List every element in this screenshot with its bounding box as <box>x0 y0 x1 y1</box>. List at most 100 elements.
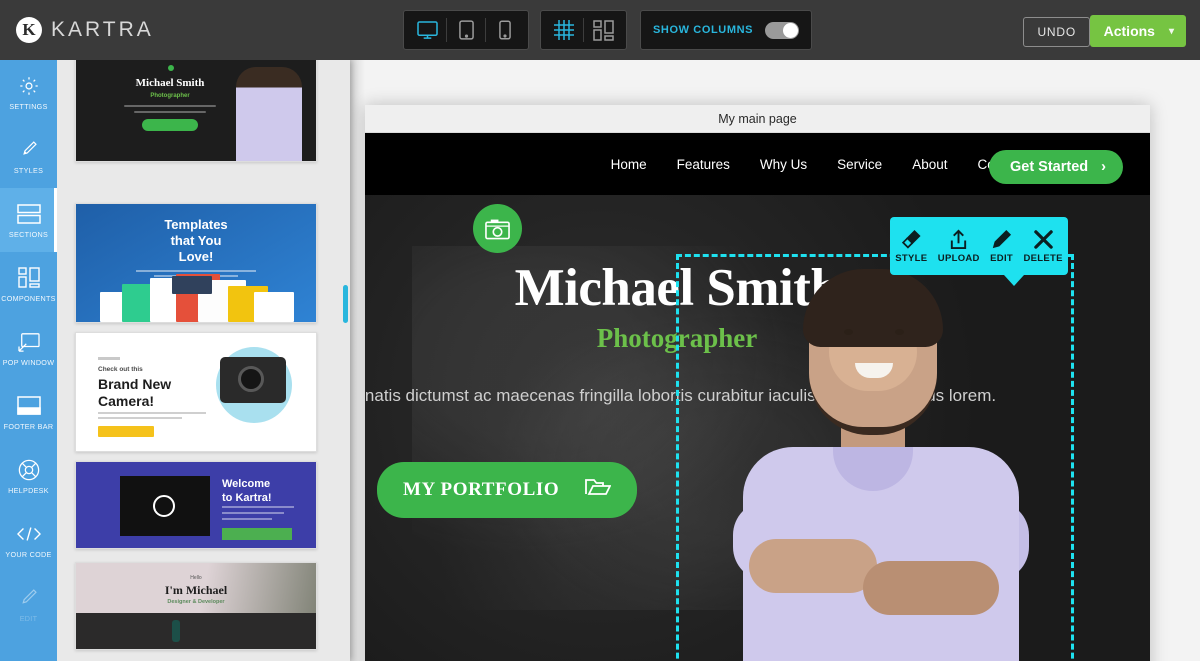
sidebar-item-label: FOOTER BAR <box>3 421 54 431</box>
sections-template-panel: Michael Smith Photographer Templates tha… <box>57 60 350 661</box>
get-started-button[interactable]: Get Started › <box>988 150 1123 184</box>
top-toolbar: K KARTRA SHOW COLUMNS UNDO Actions ▾ <box>0 0 1200 60</box>
upload-action-label: UPLOAD <box>937 252 980 264</box>
person-photo <box>236 67 302 161</box>
beach-illustration <box>76 613 316 649</box>
chevron-right-icon: › <box>1101 159 1106 175</box>
text-placeholder <box>98 417 182 419</box>
chevron-down-icon: ▾ <box>1168 25 1174 37</box>
template-card <box>172 276 212 294</box>
undo-button[interactable]: UNDO <box>1023 17 1090 47</box>
hero-section: Michael Smith Photographer a venenatis d… <box>365 195 1150 661</box>
arm-left <box>749 539 877 593</box>
get-started-label: Get Started <box>1009 159 1089 175</box>
my-portfolio-button[interactable]: MY PORTFOLIO <box>377 462 638 518</box>
sidebar-item-label: POP WINDOW <box>2 357 55 367</box>
element-action-toolbar: STYLE UPLOAD EDIT DELETE <box>890 217 1068 286</box>
my-portfolio-label: MY PORTFOLIO <box>403 479 560 500</box>
sections-icon <box>16 202 42 226</box>
template-eyebrow: Check out this <box>98 366 143 373</box>
template-thumbnail[interactable]: Templates that You Love! <box>75 203 317 323</box>
sidebar-item-components[interactable]: COMPONENTS <box>0 252 57 316</box>
sidebar-item-settings[interactable]: SETTINGS <box>0 60 57 124</box>
page-title: My main page <box>718 111 797 126</box>
components-icon <box>16 266 42 290</box>
template-subtitle: Designer & Developer <box>167 599 225 605</box>
page-title-bar: My main page <box>365 105 1150 133</box>
nav-link-about[interactable]: About <box>912 157 947 172</box>
sidebar-item-sections[interactable]: SECTIONS <box>0 188 57 252</box>
footerbar-icon <box>16 394 42 418</box>
template-title: Brand New Camera! <box>98 376 172 409</box>
text-placeholder <box>222 512 284 514</box>
sidebar-item-pop-window[interactable]: POP WINDOW <box>0 316 57 380</box>
eye-left <box>844 329 853 335</box>
eye-right <box>895 329 904 335</box>
text-placeholder <box>98 412 206 414</box>
template-cta <box>98 426 154 437</box>
text-placeholder <box>124 105 216 107</box>
actions-label: Actions <box>1103 23 1155 39</box>
sidebar-item-label: STYLES <box>13 165 44 175</box>
sidebar-item-label: HELPDESK <box>8 485 49 495</box>
nav-link-service[interactable]: Service <box>837 157 882 172</box>
text-placeholder <box>222 506 294 508</box>
template-title: Templates that You Love! <box>164 217 228 264</box>
canvas-left-shadow <box>350 60 365 661</box>
hair <box>803 269 943 347</box>
sidebar-item-label: COMPONENTS <box>1 293 56 303</box>
template-title: Welcome to Kartra! <box>222 478 272 504</box>
tablet-view-button[interactable] <box>447 11 485 49</box>
template-eyebrow: Hello <box>190 575 202 581</box>
editor-canvas: My main page Home Features Why Us Servic… <box>350 60 1200 661</box>
show-columns-toggle[interactable] <box>765 21 800 39</box>
template-thumbnail[interactable]: Michael Smith Photographer <box>75 60 317 162</box>
edit-action-button[interactable]: EDIT <box>990 229 1013 264</box>
left-sidebar: SETTINGS STYLES SECTIONS COMPONENTS POP … <box>0 60 57 661</box>
code-icon <box>16 522 42 546</box>
text-placeholder <box>136 270 256 272</box>
upload-action-button[interactable]: UPLOAD <box>938 229 980 264</box>
site-navbar: Home Features Why Us Service About Conta… <box>365 133 1150 195</box>
template-thumbnail[interactable]: Check out this Brand New Camera! <box>75 332 317 452</box>
panel-scrollbar[interactable] <box>343 285 348 323</box>
layout-view-group <box>540 10 627 50</box>
show-columns-group[interactable]: SHOW COLUMNS <box>640 10 813 50</box>
play-icon <box>153 495 175 517</box>
nav-link-home[interactable]: Home <box>611 157 647 172</box>
edit-action-label: EDIT <box>990 252 1014 264</box>
template-thumbnail[interactable]: Hello I'm Michael Designer & Developer <box>75 562 317 650</box>
sidebar-item-styles[interactable]: STYLES <box>0 124 57 188</box>
grid-view-button[interactable] <box>545 11 583 49</box>
folder-open-icon <box>585 477 612 503</box>
delete-action-button[interactable]: DELETE <box>1023 229 1062 264</box>
template-title: Michael Smith <box>135 77 205 89</box>
sidebar-item-helpdesk[interactable]: HELPDESK <box>0 444 57 508</box>
hero-person-photo[interactable] <box>713 269 1043 661</box>
mobile-view-button[interactable] <box>486 11 524 49</box>
kartra-mark-icon: K <box>16 17 42 43</box>
style-action-button[interactable]: STYLE <box>895 229 927 264</box>
sidebar-item-footer-bar[interactable]: FOOTER BAR <box>0 380 57 444</box>
desktop-view-button[interactable] <box>408 11 446 49</box>
popwindow-icon <box>16 330 42 354</box>
blocks-view-button[interactable] <box>584 11 622 49</box>
template-card <box>254 292 294 322</box>
text-placeholder <box>134 111 206 113</box>
arm-right <box>863 561 999 615</box>
show-columns-label: SHOW COLUMNS <box>653 24 754 36</box>
template-title: I'm Michael <box>164 583 228 597</box>
brush-icon <box>16 138 42 162</box>
template-thumbnail[interactable]: Welcome to Kartra! <box>75 461 317 549</box>
sidebar-item-label: SECTIONS <box>8 229 49 239</box>
nav-link-why-us[interactable]: Why Us <box>760 157 807 172</box>
device-view-group <box>403 10 529 50</box>
sidebar-item-label: YOUR CODE <box>5 549 52 559</box>
website-preview: Home Features Why Us Service About Conta… <box>365 133 1150 661</box>
text-placeholder <box>222 518 272 520</box>
sidebar-item-your-code[interactable]: YOUR CODE <box>0 508 57 572</box>
nav-link-features[interactable]: Features <box>677 157 730 172</box>
actions-button[interactable]: Actions ▾ <box>1089 15 1186 47</box>
text-placeholder <box>98 357 120 360</box>
app-logo[interactable]: K KARTRA <box>16 17 316 43</box>
